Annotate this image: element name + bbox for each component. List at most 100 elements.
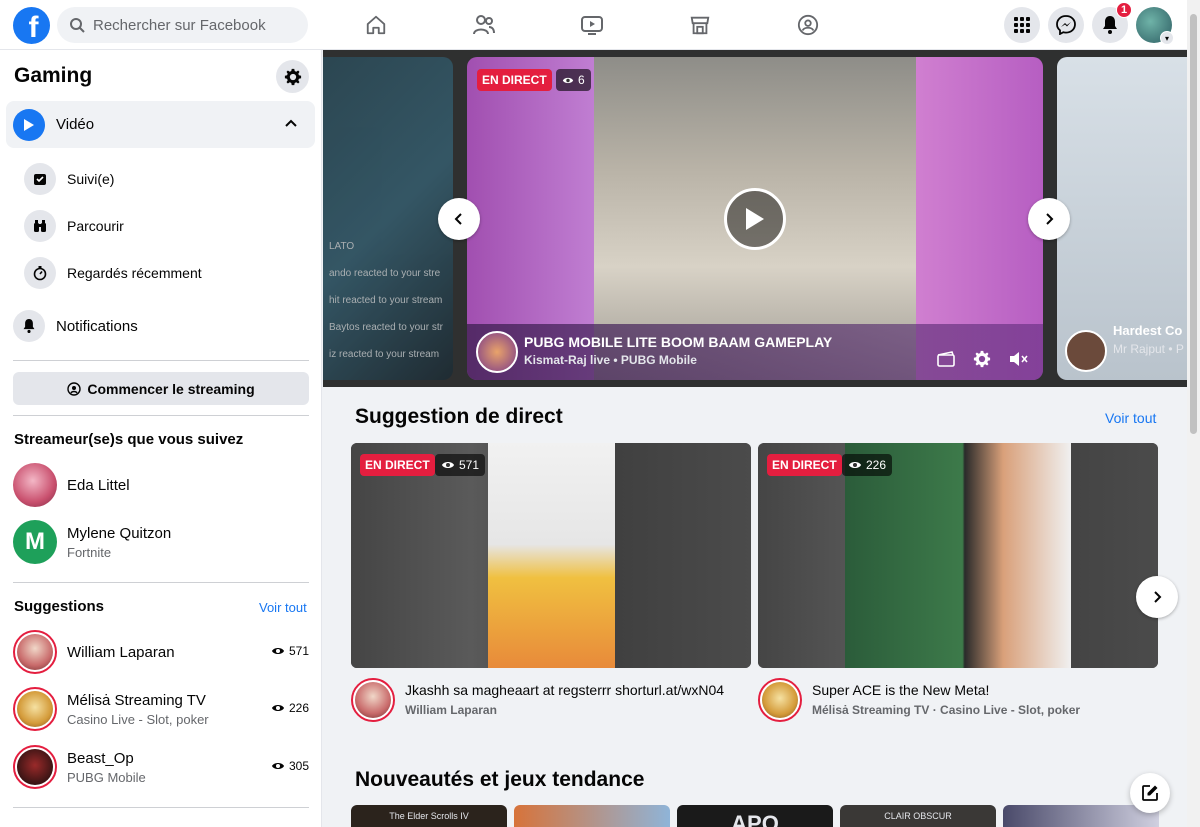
- page-scrollbar[interactable]: [1187, 0, 1200, 827]
- play-button[interactable]: [724, 188, 786, 250]
- game-tile[interactable]: [514, 805, 670, 827]
- video-thumbnail: [845, 443, 1071, 668]
- play-icon: [746, 208, 764, 230]
- gaming-sidebar: Gaming Vidéo Suivi(e) Parcourir Regardés…: [0, 50, 322, 827]
- suggestions-see-all-link[interactable]: Voir tout: [259, 600, 307, 615]
- avatar: [13, 745, 57, 789]
- suggested-streamer-item[interactable]: William Laparan 571: [13, 630, 309, 674]
- featured-live-video[interactable]: EN DIRECT 6 PUBG MOBILE LITE BOOM BAAM G…: [467, 57, 1043, 380]
- sidebar-item-video[interactable]: Vidéo: [6, 101, 315, 148]
- game-tile[interactable]: The Elder Scrolls IV: [351, 805, 507, 827]
- followed-streamer-item[interactable]: M Mylene Quitzon Fortnite: [13, 520, 309, 564]
- next-stream-preview[interactable]: Hardest Co Mr Rajput • P: [1057, 57, 1187, 380]
- carousel-prev-button[interactable]: [438, 198, 480, 240]
- avatar: [13, 463, 57, 507]
- streamer-game: Fortnite: [67, 544, 112, 560]
- sidebar-item-recently-watched[interactable]: Regardés récemment: [24, 257, 202, 289]
- groups-icon: [797, 14, 819, 36]
- sidebar-item-notifications[interactable]: Notifications: [13, 310, 138, 342]
- viewer-count: 305: [271, 759, 309, 773]
- sidebar-item-label: Regardés récemment: [67, 265, 202, 281]
- compose-icon: [1142, 785, 1158, 801]
- bell-icon: [13, 310, 45, 342]
- streamer-name: William Laparan: [67, 643, 175, 661]
- gear-icon[interactable]: [973, 350, 991, 368]
- avatar: [13, 630, 57, 674]
- avatar: M: [13, 520, 57, 564]
- divider: [13, 360, 309, 361]
- sidebar-item-label: Notifications: [56, 317, 138, 335]
- friends-tab[interactable]: [430, 0, 538, 50]
- streamer-name: Mélisȧ Streaming TV: [67, 691, 206, 709]
- search-icon: [70, 18, 85, 33]
- stream-title[interactable]: PUBG MOBILE LITE BOOM BAAM GAMEPLAY: [524, 334, 832, 350]
- menu-button[interactable]: [1004, 7, 1040, 43]
- game-tile[interactable]: [1003, 805, 1159, 827]
- notification-count-badge: 1: [1116, 2, 1132, 18]
- streamer-avatar: [1065, 330, 1107, 372]
- messenger-icon: [1056, 15, 1076, 35]
- suggested-streamer-item[interactable]: Beast_Op PUBG Mobile 305: [13, 745, 309, 789]
- mute-icon[interactable]: [1009, 351, 1029, 367]
- divider: [13, 582, 309, 583]
- live-badge: EN DIRECT: [767, 454, 842, 476]
- facebook-logo[interactable]: f: [13, 7, 50, 44]
- divider: [13, 807, 309, 808]
- new-message-button[interactable]: [1130, 773, 1170, 813]
- suggested-live-heading: Suggestion de direct: [355, 405, 563, 428]
- live-video-card[interactable]: EN DIRECT 226: [758, 443, 1158, 668]
- avatar: [758, 678, 802, 722]
- suggested-streamer-item[interactable]: Mélisȧ Streaming TV Casino Live - Slot, …: [13, 687, 309, 731]
- eye-icon: [271, 763, 284, 769]
- start-streaming-button[interactable]: Commencer le streaming: [13, 372, 309, 405]
- clip-icon[interactable]: [937, 351, 955, 367]
- chevron-down-icon: ▾: [1160, 31, 1174, 45]
- carousel-next-button[interactable]: [1028, 198, 1070, 240]
- settings-button[interactable]: [276, 60, 309, 93]
- broadcast-icon: [67, 381, 82, 396]
- followed-streamer-item[interactable]: Eda Littel: [13, 463, 309, 507]
- video-tab[interactable]: [538, 0, 646, 50]
- game-tile[interactable]: CLAIR OBSCUR: [840, 805, 996, 827]
- suggestions-next-button[interactable]: [1136, 576, 1178, 618]
- streamer-avatar[interactable]: [476, 331, 518, 373]
- suggested-live-see-all-link[interactable]: Voir tout: [1105, 410, 1156, 426]
- followed-icon: [24, 163, 56, 195]
- streamer-game: Casino Live - Slot, poker: [67, 711, 209, 727]
- stream-subtitle[interactable]: Kismat-Raj live • PUBG Mobile: [524, 353, 697, 367]
- live-badge: EN DIRECT: [477, 69, 552, 91]
- viewer-count: 571: [271, 644, 309, 658]
- viewer-count-badge: 571: [435, 454, 486, 476]
- home-tab[interactable]: [322, 0, 430, 50]
- sidebar-item-browse[interactable]: Parcourir: [24, 210, 124, 242]
- followed-streamers-title: Streameur(se)s que vous suivez: [14, 431, 244, 448]
- divider: [13, 415, 309, 416]
- live-video-card[interactable]: EN DIRECT 571: [351, 443, 751, 668]
- sidebar-item-followed[interactable]: Suivi(e): [24, 163, 114, 195]
- video-icon: [581, 16, 603, 35]
- friends-icon: [473, 15, 495, 35]
- streamer-name: Mylene Quitzon: [67, 524, 172, 542]
- sidebar-item-label: Suivi(e): [67, 171, 115, 187]
- streamer-name: Beast_Op: [67, 749, 134, 767]
- stream-title: Hardest Co: [1113, 323, 1183, 338]
- groups-tab[interactable]: [754, 0, 862, 50]
- avatar: [13, 687, 57, 731]
- game-tile[interactable]: APO: [677, 805, 833, 827]
- account-avatar[interactable]: ▾: [1136, 7, 1174, 45]
- top-navigation-bar: f Rechercher sur Facebook 1 ▾: [0, 0, 1200, 50]
- video-title: Jkashh sa magheaart at regsterrr shortur…: [405, 682, 725, 698]
- page-title: Gaming: [14, 64, 93, 87]
- messenger-button[interactable]: [1048, 7, 1084, 43]
- search-input[interactable]: Rechercher sur Facebook: [57, 7, 308, 43]
- home-icon: [366, 15, 386, 35]
- previous-stream-preview[interactable]: LATO ando reacted to your stre hit react…: [323, 57, 453, 380]
- live-video-info[interactable]: Super ACE is the New Meta! Mélisȧ Stream…: [758, 678, 1080, 722]
- chevron-up-icon[interactable]: [283, 115, 299, 131]
- chevron-right-icon: [1154, 591, 1162, 603]
- scrollbar-thumb[interactable]: [1190, 14, 1197, 434]
- notifications-button[interactable]: 1: [1092, 2, 1132, 43]
- eye-icon: [562, 77, 574, 83]
- marketplace-tab[interactable]: [646, 0, 754, 50]
- live-video-info[interactable]: Jkashh sa magheaart at regsterrr shortur…: [351, 678, 724, 722]
